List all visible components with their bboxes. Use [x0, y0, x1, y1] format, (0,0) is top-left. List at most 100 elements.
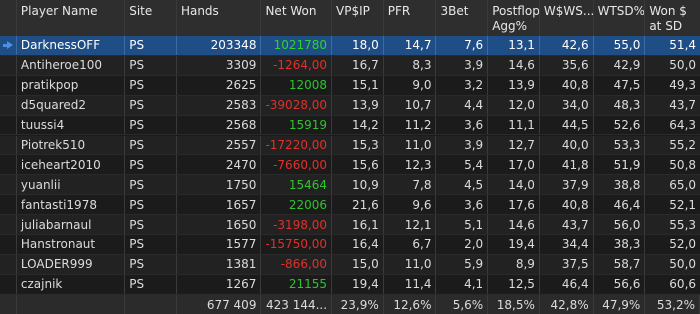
column-header-hands[interactable]: Hands	[177, 0, 262, 36]
table-row[interactable]: LOADER999 PS 1381 -866,00 15,0 11,0 5,9 8,9 37,5…	[0, 254, 700, 275]
totals-wtsd: 47,9%	[594, 295, 646, 314]
cell-player-name: d5quared2	[17, 95, 126, 115]
column-header-site[interactable]: Site	[125, 0, 177, 36]
table-header: Player Name Site Hands Net Won VP$IP PFR…	[0, 0, 700, 36]
table-row[interactable]: juliabarnaul PS 1650 -3198,00 16,1 12,1 5,1 14,…	[0, 215, 700, 235]
column-header-postflop-agg[interactable]: Postflop Agg%	[488, 0, 540, 36]
cell-won-at-sd: 51,4	[669, 38, 697, 53]
cell-net-won: -17220,00	[261, 135, 333, 155]
row-marker-cell	[0, 155, 17, 175]
totals-vpip: 23,9%	[332, 295, 384, 314]
cell-won-at-sd: 50,0	[669, 257, 697, 272]
cell-3bet: 4,4	[436, 95, 489, 115]
table-row[interactable]: tuussi4 PS 2568 15919 14,2 11,2 3,6 11,1 44,5 52,…	[0, 115, 700, 136]
row-marker-cell	[0, 215, 17, 234]
cell-wtsd: 58,7	[594, 254, 646, 274]
cell-pfr: 12,3	[384, 155, 437, 175]
cell-player-name: DarknessOFF	[17, 36, 126, 55]
cell-wtsd: 48,3	[594, 95, 646, 115]
row-marker-cell	[0, 274, 17, 294]
cell-vpip: 10,9	[332, 175, 384, 195]
cell-hands: 1750	[177, 175, 262, 195]
totals-wwsd: 42,8%	[540, 295, 594, 314]
row-marker-cell	[0, 254, 17, 274]
cell-wtsd: 55,0	[594, 36, 646, 55]
column-header-player-name[interactable]: Player Name	[17, 0, 126, 36]
cell-3bet: 3,2	[436, 75, 489, 95]
totals-marker-cell	[0, 295, 17, 314]
table-row[interactable]: Piotrek510 PS 2557 -17220,00 15,3 11,0 3,9 12,7…	[0, 135, 700, 156]
arrow-right-icon	[2, 41, 13, 50]
table-row[interactable]: Antiheroe100 PS 3309 -1264,00 16,7 8,3 3,9 14,6…	[0, 55, 700, 76]
cell-hands: 1381	[177, 254, 262, 274]
column-header-pfr[interactable]: PFR	[384, 0, 437, 36]
cell-vpip: 15,3	[332, 135, 384, 155]
cell-won-at-sd: 55,3	[669, 217, 697, 232]
cell-net-won: 12008	[261, 75, 333, 95]
cell-postflop-agg: 11,1	[488, 115, 540, 135]
cell-hands: 1650	[177, 215, 262, 234]
table-row[interactable]: fantasti1978 PS 1657 22006 21,6 9,6 3,6 17,6 40,…	[0, 195, 700, 216]
cell-hands: 2625	[177, 75, 262, 95]
cell-site: PS	[125, 235, 177, 254]
cell-3bet: 2,0	[436, 235, 489, 254]
cell-net-won: 21155	[261, 274, 333, 294]
cell-3bet: 3,9	[436, 135, 489, 155]
table-row[interactable]: Hanstronaut PS 1577 -15750,00 16,4 6,7 2,0 19,4…	[0, 235, 700, 255]
cell-player-name: LOADER999	[17, 254, 126, 274]
cell-wwsd: 37,9	[540, 175, 594, 195]
cell-postflop-agg: 12,7	[488, 135, 540, 155]
cell-won-at-sd: 60,6	[669, 277, 697, 292]
cell-postflop-agg: 12,5	[488, 274, 540, 294]
cell-pfr: 14,7	[384, 36, 437, 55]
column-header-wwsd[interactable]: W$WS...	[540, 0, 594, 36]
cell-vpip: 18,0	[332, 36, 384, 55]
table-row[interactable]: yuanlii PS 1750 15464 10,9 7,8 4,5 14,0 37,9 38,8…	[0, 175, 700, 196]
cell-wtsd: 38,8	[594, 175, 646, 195]
row-marker-cell	[0, 115, 17, 135]
cell-wwsd: 46,4	[540, 274, 594, 294]
cell-wwsd: 43,7	[540, 215, 594, 234]
table-row[interactable]: DarknessOFF PS 203348 1021780 18,0 14,7 7,6 13,…	[0, 36, 700, 56]
cell-pfr: 11,0	[384, 254, 437, 274]
cell-hands: 2583	[177, 95, 262, 115]
row-marker-cell	[0, 75, 17, 95]
row-marker-cell	[0, 36, 17, 55]
cell-pfr: 7,8	[384, 175, 437, 195]
row-marker-cell	[0, 135, 17, 155]
cell-hands: 2470	[177, 155, 262, 175]
cell-hands: 1267	[177, 274, 262, 294]
column-header-won-at-sd[interactable]: Won $ at SD	[645, 0, 700, 36]
row-marker-cell	[0, 175, 17, 195]
column-header-wtsd[interactable]: WTSD%	[594, 0, 646, 36]
cell-won-at-sd: 43,7	[669, 98, 697, 113]
totals-hands: 677 409	[177, 295, 262, 314]
table-row[interactable]: pratikpop PS 2625 12008 15,1 9,0 3,2 13,9 40,8 47…	[0, 75, 700, 96]
cell-pfr: 11,0	[384, 135, 437, 155]
cell-hands: 1577	[177, 235, 262, 254]
cell-postflop-agg: 19,4	[488, 235, 540, 254]
cell-won-at-sd: 52,1	[669, 197, 697, 212]
table-row[interactable]: czajnik PS 1267 21155 19,4 11,4 4,1 12,5 46,4 56,…	[0, 274, 700, 295]
cell-player-name: czajnik	[17, 274, 126, 294]
column-header-3bet[interactable]: 3Bet	[436, 0, 489, 36]
column-header-net-won[interactable]: Net Won	[261, 0, 333, 36]
cell-vpip: 19,4	[332, 274, 384, 294]
cell-site: PS	[125, 215, 177, 234]
cell-3bet: 5,1	[436, 215, 489, 234]
totals-postflop-agg: 18,5%	[488, 295, 540, 314]
table-totals-row: 677 409 5 423 144... 23,9% 12,6% 5,6% 18…	[0, 295, 700, 314]
cell-net-won: -7660,00	[261, 155, 333, 175]
cell-pfr: 9,6	[384, 195, 437, 215]
cell-pfr: 6,7	[384, 235, 437, 254]
cell-hands: 2568	[177, 115, 262, 135]
cell-wtsd: 53,3	[594, 135, 646, 155]
cell-net-won: -15750,00	[261, 235, 333, 254]
table-row[interactable]: d5quared2 PS 2583 -39028,00 13,9 10,7 4,4 12,0 3…	[0, 95, 700, 116]
table-row[interactable]: iceheart2010 PS 2470 -7660,00 15,6 12,3 5,4 17,…	[0, 155, 700, 176]
cell-pfr: 11,2	[384, 115, 437, 135]
cell-wwsd: 34,0	[540, 95, 594, 115]
column-header-vpip[interactable]: VP$IP	[332, 0, 384, 36]
cell-player-name: juliabarnaul	[17, 215, 126, 234]
cell-wtsd: 46,4	[594, 195, 646, 215]
